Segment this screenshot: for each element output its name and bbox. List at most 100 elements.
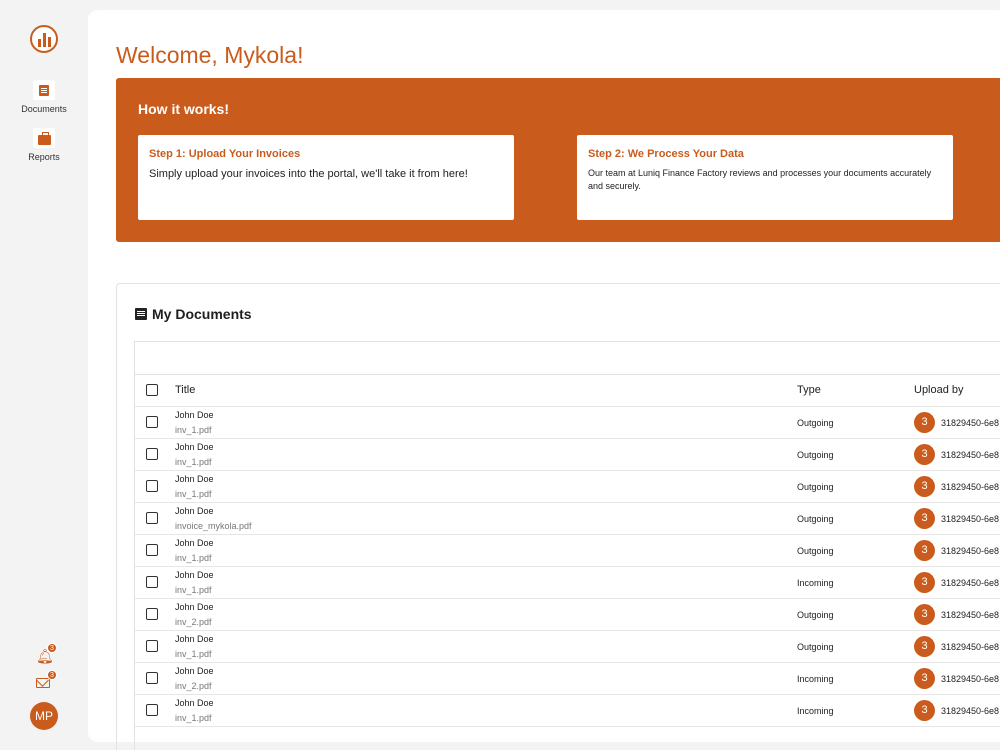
notifications-button[interactable]: 🔔︎ 3 [36,643,57,664]
table-row[interactable]: John Doe inv_1.pdf Incoming 3 31829450-6e8 [135,567,1000,599]
uploader-avatar: 3 [914,476,935,497]
uploader-avatar: 3 [914,540,935,561]
row-name: John Doe [175,634,214,644]
uploader-avatar: 3 [914,636,935,657]
mail-icon [36,678,50,688]
messages-badge: 3 [47,670,57,680]
document-list-icon [135,308,147,320]
step-1-title: Step 1: Upload Your Invoices [149,148,301,160]
uploader-id: 31829450-6e8 [941,706,1000,716]
row-checkbox[interactable] [146,704,158,716]
uploader-avatar: 3 [914,604,935,625]
sidebar: Documents Reports 🔔︎ 3 3 MP [0,0,88,750]
step-card-1: Step 1: Upload Your Invoices Simply uplo… [138,135,514,220]
table-row[interactable]: John Doe inv_2.pdf Incoming 3 31829450-6e8 [135,663,1000,695]
step-2-desc: Our team at Luniq Finance Factory review… [588,168,932,191]
row-checkbox[interactable] [146,672,158,684]
documents-title: My Documents [152,306,252,322]
row-checkbox[interactable] [146,480,158,492]
nav-reports[interactable]: Reports [0,128,88,162]
row-name: John Doe [175,602,214,612]
page-title: Welcome, Mykola! [116,42,304,68]
column-header-title[interactable]: Title [175,384,195,396]
row-checkbox[interactable] [146,512,158,524]
row-name: John Doe [175,442,214,452]
row-name: John Doe [175,666,214,676]
row-name: John Doe [175,538,214,548]
table-row[interactable]: John Doe inv_1.pdf Outgoing 3 31829450-6e8 [135,535,1000,567]
select-all-checkbox[interactable] [146,384,158,396]
table-row[interactable]: John Doe inv_1.pdf Incoming 3 31829450-6e8 [135,695,1000,727]
uploader-id: 31829450-6e8 [941,578,1000,588]
documents-header: My Documents [135,306,252,322]
row-file[interactable]: inv_2.pdf [175,617,212,627]
row-file[interactable]: inv_1.pdf [175,425,212,435]
row-checkbox[interactable] [146,448,158,460]
table-header-row: Title Type Upload by [135,375,1000,407]
uploader-id: 31829450-6e8 [941,642,1000,652]
row-checkbox[interactable] [146,544,158,556]
table-row[interactable]: John Doe inv_2.pdf Outgoing 3 31829450-6e8 [135,599,1000,631]
documents-panel: My Documents Title Type Upload by John D… [116,283,1000,750]
table-row[interactable]: John Doe inv_1.pdf Outgoing 3 31829450-6e8 [135,439,1000,471]
banner-title: How it works! [138,101,230,117]
uploader-id: 31829450-6e8 [941,610,1000,620]
document-icon [33,80,55,100]
row-type: Outgoing [797,418,834,428]
row-checkbox[interactable] [146,416,158,428]
row-file[interactable]: inv_1.pdf [175,649,212,659]
row-type: Outgoing [797,610,834,620]
row-file[interactable]: inv_1.pdf [175,713,212,723]
row-file[interactable]: inv_1.pdf [175,489,212,499]
uploader-avatar: 3 [914,572,935,593]
table-row[interactable]: John Doe inv_1.pdf Outgoing 3 31829450-6e8 [135,407,1000,439]
row-name: John Doe [175,570,214,580]
notifications-badge: 3 [47,643,57,653]
table-body: John Doe inv_1.pdf Outgoing 3 31829450-6e8 Jo… [135,407,1000,727]
user-avatar[interactable]: MP [30,702,58,730]
uploader-id: 31829450-6e8 [941,514,1000,524]
uploader-avatar: 3 [914,508,935,529]
messages-button[interactable]: 3 [36,670,57,691]
uploader-avatar: 3 [914,444,935,465]
table-toolbar [135,342,1000,375]
uploader-avatar: 3 [914,668,935,689]
row-type: Incoming [797,674,834,684]
documents-table: Title Type Upload by John Doe inv_1.pdf Ou… [134,341,1000,750]
row-type: Outgoing [797,450,834,460]
row-file[interactable]: invoice_mykola.pdf [175,521,252,531]
uploader-id: 31829450-6e8 [941,546,1000,556]
row-type: Incoming [797,706,834,716]
nav-documents-label: Documents [21,104,67,114]
row-type: Incoming [797,578,834,588]
row-name: John Doe [175,506,214,516]
nav-documents[interactable]: Documents [0,80,88,114]
how-it-works-banner: How it works! Step 1: Upload Your Invoic… [116,78,1000,242]
row-name: John Doe [175,698,214,708]
step-1-desc: Simply upload your invoices into the por… [149,168,468,180]
column-header-type[interactable]: Type [797,384,821,396]
step-card-2: Step 2: We Process Your Data Our team at… [577,135,953,220]
table-row[interactable]: John Doe invoice_mykola.pdf Outgoing 3 31829… [135,503,1000,535]
table-row[interactable]: John Doe inv_1.pdf Outgoing 3 31829450-6e8 [135,631,1000,663]
row-file[interactable]: inv_1.pdf [175,457,212,467]
row-checkbox[interactable] [146,608,158,620]
row-checkbox[interactable] [146,640,158,652]
app-logo[interactable] [30,25,58,53]
row-file[interactable]: inv_1.pdf [175,585,212,595]
row-checkbox[interactable] [146,576,158,588]
row-name: John Doe [175,474,214,484]
column-header-upload-by[interactable]: Upload by [914,384,964,396]
main-content: Welcome, Mykola! How it works! Step 1: U… [88,10,1000,750]
row-type: Outgoing [797,482,834,492]
uploader-id: 31829450-6e8 [941,418,1000,428]
row-file[interactable]: inv_1.pdf [175,553,212,563]
step-2-title: Step 2: We Process Your Data [588,148,744,160]
row-file[interactable]: inv_2.pdf [175,681,212,691]
row-type: Outgoing [797,546,834,556]
row-type: Outgoing [797,514,834,524]
briefcase-icon [33,128,55,148]
nav-reports-label: Reports [28,152,60,162]
table-row[interactable]: John Doe inv_1.pdf Outgoing 3 31829450-6e8 [135,471,1000,503]
uploader-id: 31829450-6e8 [941,482,1000,492]
